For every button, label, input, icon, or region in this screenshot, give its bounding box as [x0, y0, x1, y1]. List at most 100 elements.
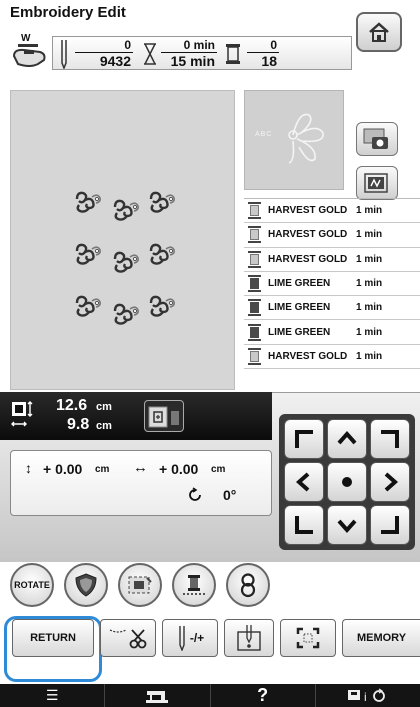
rotation-icon: [189, 487, 201, 501]
color-total: 18: [261, 53, 277, 69]
thread-density-button[interactable]: [172, 563, 216, 607]
needle-position-button[interactable]: -/+: [162, 619, 218, 657]
start-point-button[interactable]: [224, 619, 274, 657]
horizontal-arrow-icon: ↔: [133, 459, 148, 476]
thread-color-time: 1 min: [356, 229, 383, 241]
menu-segment[interactable]: ☰: [0, 684, 106, 707]
corner-down-right-icon: [381, 516, 399, 534]
move-up-button[interactable]: [327, 419, 367, 459]
applique-icon: [128, 576, 152, 594]
machine-view-segment[interactable]: [105, 684, 211, 707]
trial-button[interactable]: [280, 619, 336, 657]
embroidery-pattern: [75, 191, 176, 325]
center-dot-icon: [342, 477, 352, 487]
vertical-offset-unit: cm: [95, 464, 110, 475]
stitch-total: 9432: [99, 53, 131, 69]
thread-color-row[interactable]: LIME GREEN 1 min: [244, 296, 420, 321]
rotation-angle: 0°: [223, 487, 237, 503]
link-stitch-button[interactable]: [226, 563, 270, 607]
memory-button[interactable]: MEMORY: [342, 619, 420, 657]
thread-spool-icon: [248, 323, 261, 341]
thread-color-name: LIME GREEN: [268, 326, 331, 338]
thread-color-row[interactable]: HARVEST GOLD 1 min: [244, 248, 420, 272]
move-arrow-pad: [279, 414, 415, 550]
thread-spool-icon: [248, 202, 261, 220]
vertical-offset: + 0.00: [43, 461, 83, 477]
presser-foot-icon: [12, 44, 46, 67]
hourglass-icon: [144, 43, 156, 65]
sewing-machine-icon: [146, 690, 169, 703]
time-counter: 0 min 15 min: [161, 39, 217, 69]
presser-foot-indicator: W: [10, 32, 48, 72]
corner-up-left-icon: [295, 430, 313, 448]
arrow-left-icon: [295, 472, 310, 492]
camera-scan-button[interactable]: [356, 122, 398, 156]
menu-icon: ☰: [45, 687, 59, 703]
thread-color-name: HARVEST GOLD: [268, 229, 348, 241]
pattern-height-unit: cm: [96, 401, 112, 413]
thread-color-row[interactable]: HARVEST GOLD 1 min: [244, 345, 420, 370]
thread-spool-icon: [248, 250, 261, 268]
embroidery-preview-area[interactable]: [10, 90, 235, 390]
hoop-preview-button[interactable]: [144, 400, 184, 432]
fabric-view-button[interactable]: [356, 166, 398, 200]
cut-jump-button[interactable]: [100, 619, 156, 657]
thumbnail-motif: [288, 113, 324, 164]
color-counter: 0 18: [247, 39, 279, 69]
stitch-current: 0: [75, 39, 133, 53]
corner-up-right-icon: [381, 430, 399, 448]
thread-color-name: LIME GREEN: [268, 302, 331, 314]
needle-plus-minus-label: -/+: [189, 631, 205, 645]
move-down-left-button[interactable]: [284, 505, 324, 545]
settings-icons: i: [347, 688, 385, 704]
thread-color-time: 1 min: [356, 326, 383, 338]
corner-down-left-icon: [295, 516, 313, 534]
spool-dotted-icon: [183, 575, 205, 595]
fabric-icon: [364, 173, 388, 193]
thread-color-row[interactable]: LIME GREEN 1 min: [244, 320, 420, 345]
center-button[interactable]: [327, 462, 367, 502]
page-title: Embroidery Edit: [10, 4, 126, 21]
home-button[interactable]: [356, 12, 402, 52]
thread-color-time: 1 min: [356, 205, 383, 217]
horizontal-offset-unit: cm: [211, 464, 226, 475]
thread-color-row[interactable]: LIME GREEN 1 min: [244, 272, 420, 297]
pattern-size-display: 12.6 cm 9.8 cm: [0, 392, 272, 440]
thread-color-row[interactable]: HARVEST GOLD 1 min: [244, 199, 420, 224]
settings-segment[interactable]: i: [316, 684, 420, 707]
position-offset-display: ↕ + 0.00 cm ↔ + 0.00 cm 0°: [10, 450, 272, 516]
move-down-button[interactable]: [327, 505, 367, 545]
home-icon: [369, 22, 389, 42]
arrow-right-icon: [384, 472, 399, 492]
scissors-icon: [109, 629, 147, 649]
thread-color-row[interactable]: HARVEST GOLD 1 min: [244, 223, 420, 248]
pattern-thumbnail: ABC: [244, 90, 344, 190]
thread-color-time: 1 min: [356, 253, 383, 265]
thread-color-time: 1 min: [356, 278, 383, 290]
rotate-button[interactable]: ROTATE: [10, 563, 54, 607]
border-shape-button[interactable]: [64, 563, 108, 607]
camera-icon: [363, 128, 388, 149]
thread-spool-icon: [248, 275, 261, 293]
thread-color-name: HARVEST GOLD: [268, 205, 348, 217]
hoop-icon: [148, 406, 179, 428]
return-button-highlight: [4, 616, 102, 682]
needle-icon: [61, 40, 67, 69]
help-segment[interactable]: ?: [211, 684, 316, 707]
thread-spool-icon: [248, 347, 261, 365]
move-up-right-button[interactable]: [370, 419, 410, 459]
thread-color-time: 1 min: [356, 350, 383, 362]
arrow-down-icon: [337, 519, 357, 534]
size-icon: [11, 401, 33, 427]
move-right-button[interactable]: [370, 462, 410, 502]
pattern-height: 12.6: [56, 397, 88, 414]
move-down-right-button[interactable]: [370, 505, 410, 545]
stitch-counter: 0 9432: [75, 39, 133, 69]
applique-button[interactable]: [118, 563, 162, 607]
move-up-left-button[interactable]: [284, 419, 324, 459]
frame-corners-icon: [296, 627, 320, 649]
move-left-button[interactable]: [284, 462, 324, 502]
thread-color-list[interactable]: HARVEST GOLD 1 min HARVEST GOLD 1 min HA…: [244, 198, 420, 390]
pattern-width: 9.8: [67, 416, 90, 433]
time-current: 0 min: [161, 39, 217, 53]
